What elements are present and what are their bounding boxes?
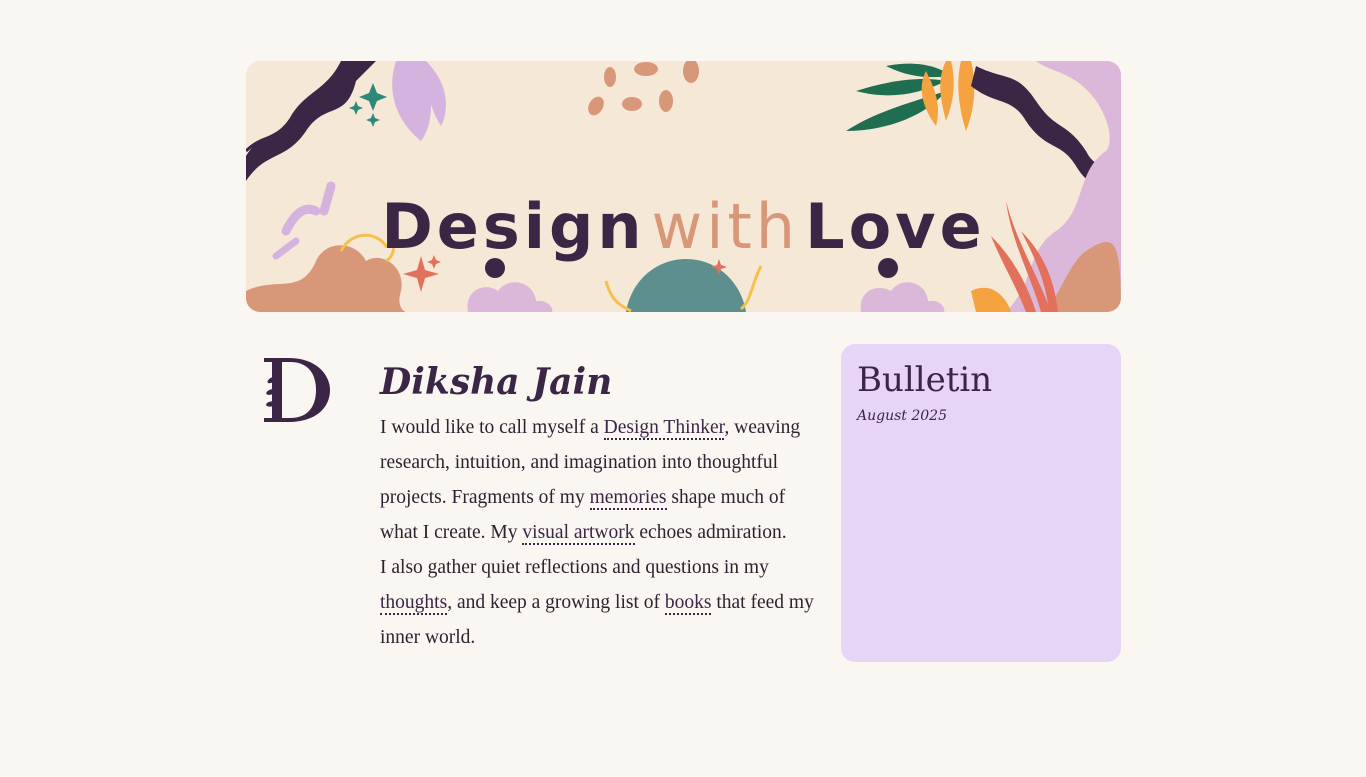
profile-bio: I would like to call myself a Design Thi… bbox=[380, 410, 820, 655]
monogram-logo bbox=[258, 348, 338, 428]
visual-artwork-link[interactable]: visual artwork bbox=[522, 522, 635, 545]
thoughts-link[interactable]: thoughts bbox=[380, 592, 448, 615]
bulletin-title: Bulletin bbox=[857, 360, 993, 400]
banner-title-word-2: with bbox=[651, 190, 800, 263]
banner-title: DesignwithLove bbox=[246, 196, 1121, 258]
monogram-d-icon bbox=[264, 358, 330, 422]
profile-name: Diksha Jain bbox=[380, 361, 613, 403]
bio-text: echoes admiration. bbox=[634, 522, 787, 543]
banner-title-word-1: Design bbox=[381, 190, 646, 263]
header-banner: DesignwithLove bbox=[246, 61, 1121, 312]
bio-text: I also gather quiet reflections and ques… bbox=[380, 557, 769, 578]
bio-text: I would like to call myself a bbox=[380, 417, 604, 438]
banner-title-word-3: Love bbox=[805, 190, 986, 263]
design-thinker-link[interactable]: Design Thinker bbox=[603, 417, 725, 440]
bulletin-date: August 2025 bbox=[857, 408, 947, 424]
bio-text: , and keep a growing list of bbox=[447, 592, 665, 613]
decorative-illustration bbox=[246, 61, 1121, 312]
memories-link[interactable]: memories bbox=[589, 487, 667, 510]
books-link[interactable]: books bbox=[664, 592, 712, 615]
profile-section: Diksha Jain I would like to call myself … bbox=[380, 360, 820, 655]
bulletin-card: Bulletin August 2025 bbox=[841, 344, 1121, 662]
